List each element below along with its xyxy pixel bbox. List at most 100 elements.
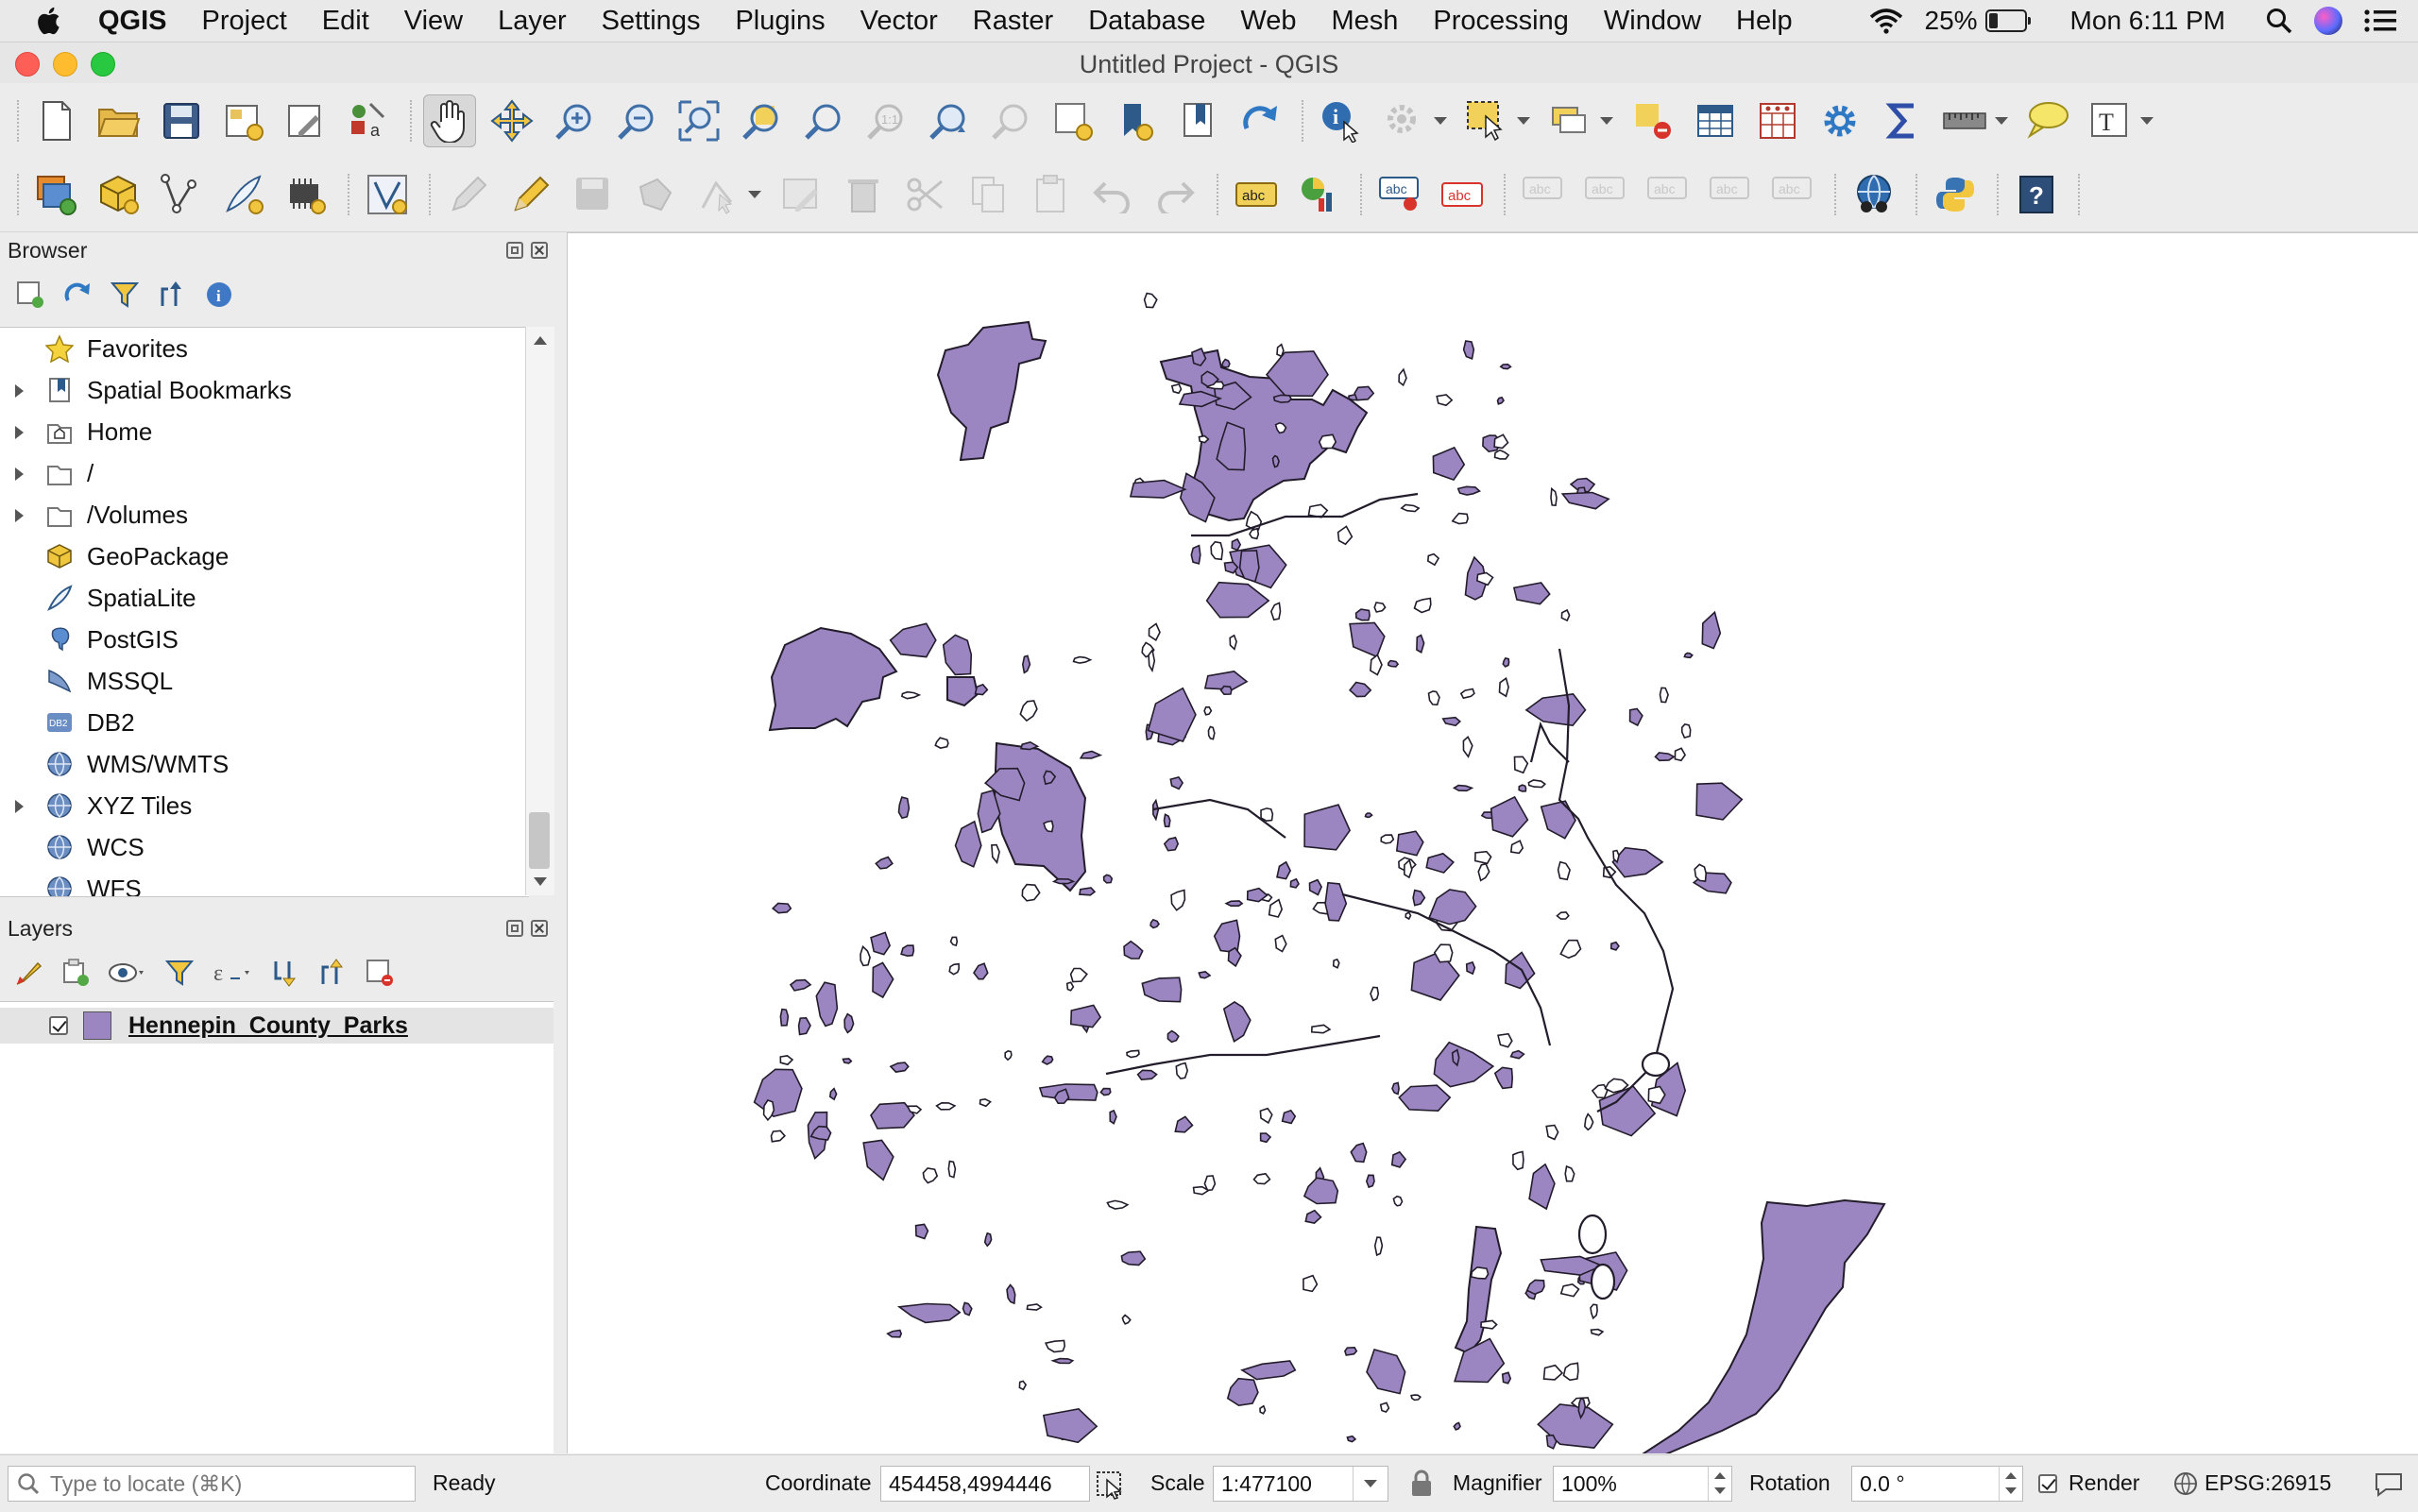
zoom-to-layer-button[interactable] [797,94,850,147]
browser-tree[interactable]: Favorites Spatial Bookmarks Home / /Volumes G… [0,327,529,897]
rotation-spin-buttons[interactable] [1999,1467,2022,1501]
expand-arrow-icon[interactable] [15,467,24,481]
messages-bubble-icon[interactable] [2373,1469,2405,1499]
layer-labeling-options-button[interactable]: abc [1230,168,1283,221]
open-project-button[interactable] [93,94,145,147]
layer-row-hennepin-county-parks[interactable]: Hennepin_County_Parks [0,1008,553,1044]
scale-dropdown-button[interactable] [1353,1467,1388,1501]
layer-visibility-checkbox[interactable] [49,1016,68,1035]
filter-icon[interactable] [110,280,140,310]
browser-item-postgis[interactable]: PostGIS [0,622,525,656]
clock[interactable]: Mon 6:11 PM [2070,6,2225,36]
layout-manager-button[interactable] [280,94,332,147]
menu-raster[interactable]: Raster [973,6,1053,37]
redo-button[interactable] [1149,168,1201,221]
new-spatialite-layer-button[interactable] [217,168,270,221]
collapse-all-icon[interactable] [157,280,187,310]
vertex-tool-button[interactable] [691,168,744,221]
select-by-value-button[interactable] [1543,94,1596,147]
dropdown-arrow-icon[interactable] [1995,117,2008,125]
help-button[interactable]: ? [2010,168,2063,221]
add-selected-layers-icon[interactable] [15,280,45,310]
browser-item-geopackage[interactable]: GeoPackage [0,539,525,573]
zoom-next-button[interactable] [984,94,1037,147]
change-label-button[interactable]: abc [1704,168,1757,221]
pan-to-selection-button[interactable] [485,94,538,147]
new-temporary-layer-button[interactable] [280,168,332,221]
field-calculator-button[interactable] [1751,94,1804,147]
show-hide-labels-button[interactable]: abc [1517,168,1570,221]
delete-selected-button[interactable] [837,168,890,221]
zoom-to-selection-button[interactable] [735,94,788,147]
zoom-in-button[interactable] [548,94,601,147]
digitize-polygon-button[interactable] [629,168,682,221]
menu-web[interactable]: Web [1240,6,1296,37]
toolbar-grip[interactable] [17,100,21,142]
new-geopackage-layer-button[interactable] [93,168,145,221]
zoom-last-button[interactable] [922,94,975,147]
zoom-out-button[interactable] [610,94,663,147]
copy-features-button[interactable] [962,168,1014,221]
filter-by-expression-icon[interactable]: ε [212,958,253,988]
pan-map-button[interactable] [423,94,476,147]
toolbar-grip[interactable] [17,173,21,215]
battery-indicator[interactable]: 25% [1925,6,2031,36]
label-properties-button[interactable]: abc [1766,168,1819,221]
layers-close-button[interactable] [531,920,548,937]
expand-arrow-icon[interactable] [15,509,24,522]
style-manager-button[interactable]: a [342,94,395,147]
layers-tree[interactable]: Hennepin_County_Parks [0,1001,553,1453]
rotate-label-button[interactable]: abc [1642,168,1694,221]
browser-item-volumes[interactable]: /Volumes [0,498,525,532]
save-layer-edits-button[interactable] [567,168,620,221]
siri-icon[interactable] [2314,7,2342,35]
dropdown-arrow-icon[interactable] [1600,117,1613,125]
browser-item-home[interactable]: Home [0,415,525,449]
magnifier-spin-buttons[interactable] [1708,1467,1731,1501]
browser-item-wfs[interactable]: WFS [0,872,525,896]
statistical-summary-button[interactable] [1876,94,1929,147]
scale-combobox[interactable]: 1:477100 [1213,1466,1388,1502]
modify-attributes-button[interactable] [775,168,827,221]
layers-float-button[interactable] [506,920,523,937]
cut-features-button[interactable] [899,168,952,221]
processing-toolbox-button[interactable] [1814,94,1866,147]
open-attribute-table-button[interactable] [1689,94,1742,147]
browser-scrollbar[interactable] [525,327,554,895]
add-group-icon[interactable] [60,958,91,988]
crs-globe-icon[interactable] [2172,1470,2199,1497]
dropdown-arrow-icon[interactable] [1434,117,1447,125]
menu-vector[interactable]: Vector [860,6,938,37]
current-edits-button[interactable] [442,168,495,221]
dropdown-arrow-icon[interactable] [1517,117,1530,125]
scroll-up-arrow-icon[interactable] [534,336,547,345]
menu-mesh[interactable]: Mesh [1331,6,1398,37]
menu-plugins[interactable]: Plugins [735,6,825,37]
menu-settings[interactable]: Settings [602,6,701,37]
menu-view[interactable]: View [404,6,463,37]
expand-arrow-icon[interactable] [15,800,24,813]
toggle-editing-button[interactable] [504,168,557,221]
menu-database[interactable]: Database [1088,6,1205,37]
browser-item-wms-wmts[interactable]: WMS/WMTS [0,747,525,781]
toggle-extents-mouse-icon[interactable] [1094,1467,1128,1501]
menu-window[interactable]: Window [1604,6,1701,37]
menu-help[interactable]: Help [1736,6,1793,37]
new-project-button[interactable] [30,94,83,147]
info-icon[interactable]: i [204,280,234,310]
browser-item-spatial-bookmarks[interactable]: Spatial Bookmarks [0,373,525,407]
highlight-pinned-labels-button[interactable]: abc [1373,168,1426,221]
browser-item-db2[interactable]: DB2 DB2 [0,705,525,739]
python-console-button[interactable] [1929,168,1982,221]
layer-symbol-swatch[interactable] [83,1011,111,1040]
wifi-icon[interactable] [1868,7,1904,35]
zoom-full-button[interactable] [673,94,725,147]
crs-button[interactable]: EPSG:26915 [2205,1470,2331,1496]
browser-item-xyz-tiles[interactable]: XYZ Tiles [0,789,525,823]
pin-unpin-labels-button[interactable]: abc [1436,168,1489,221]
identify-features-button[interactable]: i [1315,94,1368,147]
menu-processing[interactable]: Processing [1433,6,1568,37]
new-shapefile-layer-button[interactable] [155,168,208,221]
minimize-window-button[interactable] [53,52,77,76]
paste-features-button[interactable] [1024,168,1077,221]
